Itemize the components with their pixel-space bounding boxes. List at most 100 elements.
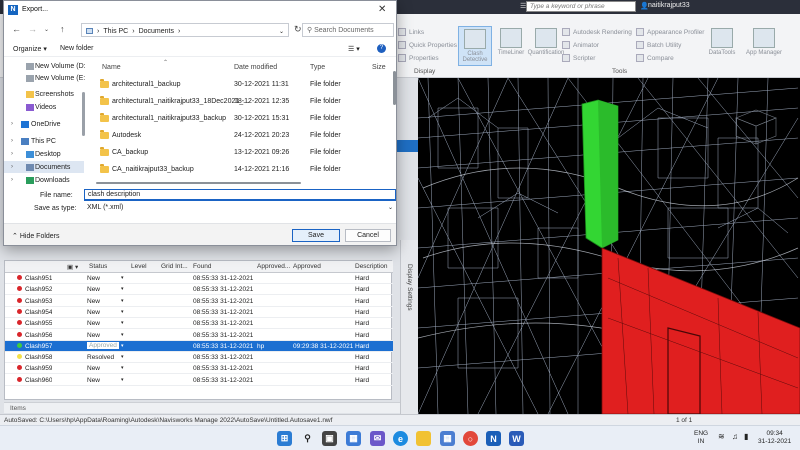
status-dropdown-icon[interactable]: ▾ [121,365,124,371]
nav-item[interactable]: › Downloads [4,174,84,186]
table-row[interactable]: Clash953 New 08:55:33 31-12-2021 Hard ▾ [5,296,393,307]
file-row[interactable]: CA_naitikrajput33_backup 14-12-2021 21:16… [88,161,388,178]
teams-chat-icon[interactable]: ✉ [370,431,385,446]
properties-button[interactable]: Properties [398,54,439,62]
col-date-modified[interactable]: Date modified [234,64,277,71]
nav-item[interactable]: › Desktop [4,148,84,160]
file-list-horizontal-scrollbar[interactable] [88,181,394,185]
scroll-thumb[interactable] [96,182,301,184]
file-row[interactable]: Autodesk 24-12-2021 20:23 File folder [88,127,388,144]
items-bar[interactable]: Items [4,402,400,413]
table-row[interactable]: Clash960 New 08:55:33 31-12-2021 Hard ▾ [5,375,393,386]
word-icon[interactable]: W [509,431,524,446]
nav-item[interactable]: Screenshots [4,88,84,100]
new-folder-button[interactable]: New folder [60,45,93,52]
col-grid-intersection[interactable]: Grid Int... [161,263,188,270]
help-icon[interactable]: ? [377,44,386,53]
cell-status[interactable]: New [87,309,100,316]
camera-icon[interactable]: ▣ ▾ [67,263,78,271]
file-row[interactable]: architectural1_naitikrajput33_backup 30-1… [88,110,388,127]
status-dropdown-icon[interactable]: ▾ [121,343,124,349]
nav-item[interactable]: › Documents [4,161,84,173]
cell-status[interactable]: New [87,298,100,305]
animator-button[interactable]: Animator [562,41,599,49]
language-indicator[interactable]: ENG IN [694,430,708,446]
navisworks-icon[interactable]: N [486,431,501,446]
edge-icon[interactable]: e [393,431,408,446]
datatools-button[interactable]: DataTools [705,26,739,66]
table-row[interactable]: Clash956 New 08:55:33 31-12-2021 Hard ▾ [5,330,393,341]
chevron-right-icon[interactable]: › [11,121,13,127]
quick-properties-button[interactable]: Quick Properties [398,41,457,49]
volume-icon[interactable]: ♫ [732,433,738,441]
cancel-button[interactable]: Cancel [345,229,391,242]
help-icon[interactable]: ☰ [520,2,526,10]
start-icon[interactable]: ⊞ [277,431,292,446]
file-list-vertical-scrollbar[interactable] [393,71,396,105]
task-view-icon[interactable]: ▣ [322,431,337,446]
table-row[interactable]: Clash951 New 08:55:33 31-12-2021 Hard ▾ [5,273,393,284]
timeliner-button[interactable]: TimeLiner [494,26,528,66]
table-row[interactable]: Clash952 New 08:55:33 31-12-2021 Hard ▾ [5,284,393,296]
col-approved-by[interactable]: Approved... [257,263,290,270]
file-row[interactable]: architectural1_backup 30-12-2021 11:31 Fil… [88,76,388,93]
table-row[interactable]: Clash954 New 08:55:33 31-12-2021 Hard ▾ [5,307,393,318]
user-name[interactable]: naitikrajput33 [648,2,690,9]
file-name-input[interactable]: clash description [84,189,396,201]
status-dropdown-icon[interactable]: ▾ [121,354,124,360]
col-approved[interactable]: Approved [293,263,321,270]
close-icon[interactable]: ✕ [378,4,386,15]
store-icon[interactable]: ▦ [440,431,455,446]
scripter-button[interactable]: Scripter [562,54,595,62]
hide-folders-button[interactable]: ⌃ Hide Folders [12,232,60,240]
cell-status[interactable]: New [87,332,100,339]
nav-item[interactable]: Videos [4,101,84,113]
back-arrow-icon[interactable]: ← [12,24,21,34]
file-row[interactable]: architectural1_naitikrajput33_18Dec2021_… [88,93,388,110]
breadcrumb-documents[interactable]: Documents [139,28,174,35]
table-row[interactable]: Clash955 New 08:55:33 31-12-2021 Hard ▾ [5,318,393,330]
organize-button[interactable]: Organize ▾ [13,45,47,53]
cell-status[interactable]: New [87,275,100,282]
address-dropdown-icon[interactable]: ⌄ [279,28,284,35]
compare-button[interactable]: Compare [636,54,674,62]
col-name[interactable]: Name [102,64,121,71]
widgets-icon[interactable]: ▦ [346,431,361,446]
table-row[interactable]: Clash958 Resolved 08:55:33 31-12-2021 Hard ▾ [5,352,393,364]
table-row[interactable]: Clash957 Approved 08:55:33 31-12-2021 hp 09:… [5,340,393,352]
status-dropdown-icon[interactable]: ▾ [121,275,124,281]
battery-icon[interactable]: ▮ [744,433,748,441]
batch-utility-button[interactable]: Batch Utility [636,41,681,49]
autodesk-rendering-button[interactable]: Autodesk Rendering [562,28,632,36]
display-settings-strip[interactable]: Display Settings [400,240,418,414]
cell-status[interactable]: New [87,286,100,293]
chrome-icon[interactable]: ○ [463,431,478,446]
address-bar[interactable]: › This PC › Documents › ⌄ [81,23,289,37]
chevron-right-icon[interactable]: › [11,151,13,157]
cell-status[interactable]: New [87,377,100,384]
cell-status[interactable]: Approved [87,341,119,349]
col-type[interactable]: Type [310,64,325,71]
refresh-icon[interactable]: ↻ [294,24,302,35]
nav-item[interactable]: › OneDrive [4,118,84,130]
cell-status[interactable]: New [87,320,100,327]
table-row[interactable]: Clash959 New 08:55:33 31-12-2021 Hard ▾ [5,363,393,375]
save-button[interactable]: Save [292,229,340,242]
links-button[interactable]: Links [398,28,424,36]
nav-scrollbar[interactable] [82,92,85,136]
forward-arrow-icon[interactable]: → [28,24,37,34]
3d-viewport[interactable] [418,78,800,414]
app-manager-button[interactable]: App Manager [742,26,786,66]
status-dropdown-icon[interactable]: ▾ [121,298,124,304]
help-search-input[interactable]: Type a keyword or phrase [526,1,636,12]
clash-detective-button[interactable]: Clash Detective [458,26,492,66]
quantification-button[interactable]: Quantification [526,26,566,66]
chevron-right-icon[interactable]: › [11,138,13,144]
view-options-icon[interactable]: ☰ ▾ [348,45,360,53]
col-size[interactable]: Size [372,64,386,71]
status-dropdown-icon[interactable]: ▾ [121,377,124,383]
status-dropdown-icon[interactable]: ▾ [121,332,124,338]
chevron-right-icon[interactable]: › [11,164,13,170]
file-row[interactable]: CA_backup 13-12-2021 09:26 File folder [88,144,388,161]
nav-item[interactable]: New Volume (E: [4,72,85,84]
